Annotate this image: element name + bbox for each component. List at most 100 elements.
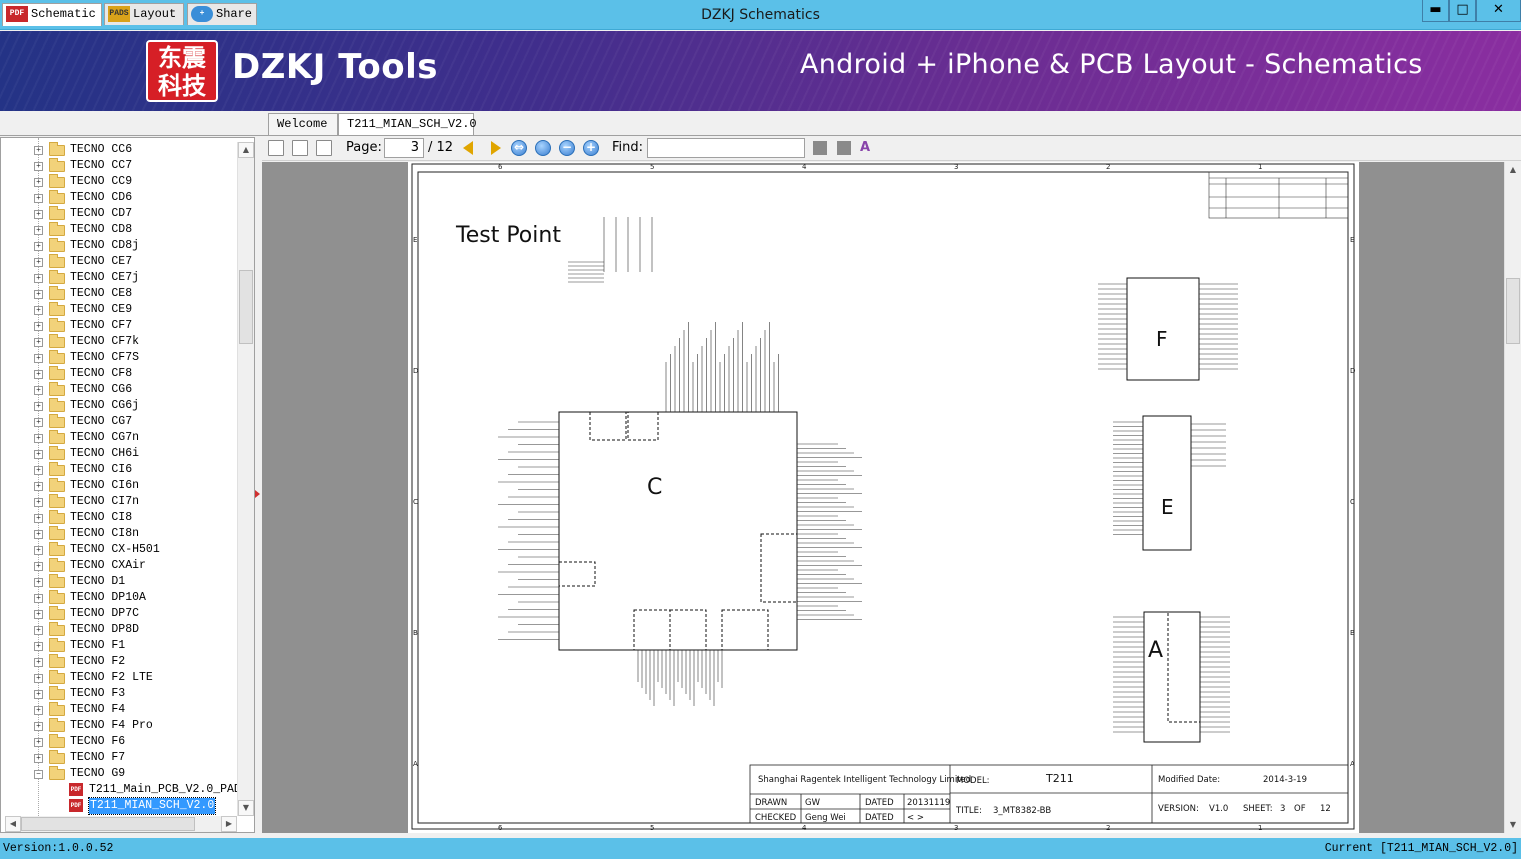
expand-icon[interactable]: + [34, 642, 43, 651]
tree-folder-item[interactable]: + TECNO F1 [1, 638, 237, 654]
scroll-up-icon[interactable]: ▲ [238, 142, 254, 158]
expand-icon[interactable]: + [34, 546, 43, 555]
tree-folder-item[interactable]: + TECNO CX-H501 [1, 542, 237, 558]
expand-icon[interactable]: + [34, 466, 43, 475]
match-case-icon[interactable]: A [860, 140, 870, 155]
expand-icon[interactable]: + [34, 226, 43, 235]
tree-folder-item[interactable]: + TECNO CE7j [1, 270, 237, 286]
expand-icon[interactable]: + [34, 754, 43, 763]
find-input[interactable] [647, 138, 805, 158]
expand-icon[interactable]: + [34, 594, 43, 603]
expand-icon[interactable]: + [34, 162, 43, 171]
expand-icon[interactable]: + [34, 530, 43, 539]
tree-folder-item[interactable]: + TECNO F6 [1, 734, 237, 750]
scroll-thumb[interactable] [239, 270, 253, 344]
zoom-out-icon[interactable]: − [559, 140, 575, 156]
expand-icon[interactable]: + [34, 722, 43, 731]
expand-icon[interactable]: + [34, 418, 43, 427]
next-page-icon[interactable] [491, 141, 501, 155]
collapse-arrow-icon[interactable] [255, 490, 260, 498]
close-button[interactable]: ✕ [1476, 0, 1521, 22]
copy-document-icon[interactable] [292, 140, 308, 156]
tree-folder-item[interactable]: + TECNO CXAir [1, 558, 237, 574]
scroll-thumb-horizontal[interactable] [21, 817, 195, 831]
tree-horizontal-scrollbar[interactable]: ◀ ▶ [5, 816, 237, 832]
tree-folder-item[interactable]: + TECNO CI6 [1, 462, 237, 478]
expand-icon[interactable]: + [34, 354, 43, 363]
tab-share[interactable]: + Share [187, 3, 257, 25]
expand-icon[interactable]: + [34, 338, 43, 347]
expand-icon[interactable]: + [34, 706, 43, 715]
expand-icon[interactable]: + [34, 610, 43, 619]
tree-folder-item[interactable]: + TECNO DP7C [1, 606, 237, 622]
tab-schematic[interactable]: PDF Schematic [2, 3, 102, 26]
scroll-left-icon[interactable]: ◀ [5, 816, 21, 832]
tree-folder-item[interactable]: + TECNO CC9 [1, 174, 237, 190]
find-previous-icon[interactable] [813, 141, 827, 155]
expand-icon[interactable]: + [34, 210, 43, 219]
tree-file-item[interactable]: PDF T211_MIAN_SCH_V2.0 [1, 797, 237, 815]
tree-folder-item[interactable]: + TECNO CG7n [1, 430, 237, 446]
expand-icon[interactable]: + [34, 482, 43, 491]
expand-icon[interactable]: + [34, 738, 43, 747]
tree-folder-item[interactable]: + TECNO CF8 [1, 366, 237, 382]
find-next-icon[interactable] [837, 141, 851, 155]
tree-folder-item[interactable]: + TECNO CE7 [1, 254, 237, 270]
expand-icon[interactable]: + [34, 690, 43, 699]
tree-folder-item[interactable]: + TECNO D1 [1, 574, 237, 590]
tree-folder-item[interactable]: + TECNO F7 [1, 750, 237, 766]
page-number-input[interactable]: 3 [384, 138, 424, 158]
tree-folder-item[interactable]: + TECNO CD7 [1, 206, 237, 222]
tree-folder-item[interactable]: + TECNO CE8 [1, 286, 237, 302]
tree-folder-item[interactable]: + TECNO CI7n [1, 494, 237, 510]
tree-folder-item[interactable]: + TECNO CI8n [1, 526, 237, 542]
tree-folder-item[interactable]: + TECNO CD8 [1, 222, 237, 238]
scroll-right-icon[interactable]: ▶ [221, 816, 237, 832]
tree-folder-item[interactable]: + TECNO CI6n [1, 478, 237, 494]
tree-folder-item[interactable]: + TECNO CG6 [1, 382, 237, 398]
tree-folder-item[interactable]: − TECNO G9 [1, 766, 237, 782]
expand-icon[interactable]: + [34, 434, 43, 443]
tree-folder-item[interactable]: + TECNO F2 [1, 654, 237, 670]
expand-icon[interactable]: + [34, 258, 43, 267]
viewer-scroll-up-icon[interactable]: ▲ [1505, 162, 1521, 178]
tree-folder-item[interactable]: + TECNO CD6 [1, 190, 237, 206]
tree-folder-item[interactable]: + TECNO CF7 [1, 318, 237, 334]
fit-width-icon[interactable]: ⇔ [511, 140, 527, 156]
doc-tab-welcome[interactable]: Welcome [268, 113, 338, 135]
tree-folder-item[interactable]: + TECNO F4 [1, 702, 237, 718]
expand-icon[interactable]: + [34, 306, 43, 315]
tree-folder-item[interactable]: + TECNO CC7 [1, 158, 237, 174]
expand-icon[interactable]: + [34, 370, 43, 379]
viewer-scroll-down-icon[interactable]: ▼ [1505, 817, 1521, 833]
scroll-down-icon[interactable]: ▼ [238, 800, 254, 816]
expand-icon[interactable]: + [34, 386, 43, 395]
collapse-icon[interactable]: − [34, 770, 43, 779]
pages-icon[interactable] [316, 140, 332, 156]
expand-icon[interactable]: + [34, 514, 43, 523]
tree-folder-item[interactable]: + TECNO CG7 [1, 414, 237, 430]
tree-folder-item[interactable]: + TECNO CH6i [1, 446, 237, 462]
tree-folder-item[interactable]: + TECNO DP10A [1, 590, 237, 606]
expand-icon[interactable]: + [34, 402, 43, 411]
tree-folder-item[interactable]: + TECNO F2 LTE [1, 670, 237, 686]
expand-icon[interactable]: + [34, 498, 43, 507]
expand-icon[interactable]: + [34, 290, 43, 299]
tree-vertical-scrollbar[interactable]: ▲ ▼ [237, 142, 254, 816]
expand-icon[interactable]: + [34, 674, 43, 683]
tree-folder-item[interactable]: + TECNO CG6j [1, 398, 237, 414]
viewer-vertical-scrollbar[interactable]: ▲ ▼ [1504, 162, 1521, 833]
expand-icon[interactable]: + [34, 194, 43, 203]
minimize-button[interactable]: ▬ [1422, 0, 1449, 22]
expand-icon[interactable]: + [34, 322, 43, 331]
tree-folder-item[interactable]: + TECNO CC6 [1, 142, 237, 158]
tree-folder-item[interactable]: + TECNO CE9 [1, 302, 237, 318]
viewer-scroll-thumb[interactable] [1506, 278, 1520, 344]
panel-splitter[interactable] [255, 137, 261, 833]
expand-icon[interactable]: + [34, 450, 43, 459]
fit-page-icon[interactable] [535, 140, 551, 156]
expand-icon[interactable]: + [34, 178, 43, 187]
expand-icon[interactable]: + [34, 626, 43, 635]
expand-icon[interactable]: + [34, 578, 43, 587]
tree-folder-item[interactable]: + TECNO F4 Pro [1, 718, 237, 734]
